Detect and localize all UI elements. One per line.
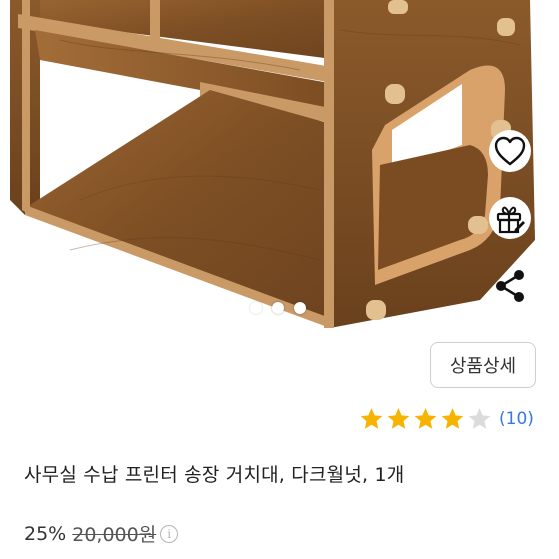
wishlist-button[interactable] [489, 130, 531, 172]
original-price: 20,000원 [72, 524, 157, 546]
price-row: 25% 20,000원 i [24, 520, 179, 547]
gift-button[interactable] [489, 197, 531, 239]
share-button[interactable] [489, 265, 531, 307]
star-empty-icon [468, 408, 491, 429]
review-count-link[interactable]: (10) [499, 409, 534, 429]
product-photo [10, 0, 535, 328]
share-icon [496, 270, 524, 302]
gift-icon [496, 206, 525, 234]
product-detail-button[interactable]: 상품상세 [430, 342, 536, 388]
star-group [358, 406, 493, 432]
star-filled-icon [360, 408, 383, 429]
info-icon[interactable]: i [160, 524, 179, 543]
product-image-carousel[interactable] [0, 0, 559, 330]
heart-icon [494, 136, 526, 166]
pagination-dot[interactable] [250, 302, 262, 314]
image-pagination-dots[interactable] [250, 302, 306, 314]
star-filled-icon [441, 408, 464, 429]
pagination-dot[interactable] [272, 302, 284, 314]
star-filled-icon [414, 408, 437, 429]
star-filled-icon [387, 408, 410, 429]
discount-rate: 25% [24, 522, 67, 545]
product-title: 사무실 수납 프린터 송장 거치대, 다크월넛, 1개 [24, 464, 405, 486]
pagination-dot[interactable] [294, 302, 306, 314]
rating-stars[interactable]: (10) [358, 406, 534, 432]
